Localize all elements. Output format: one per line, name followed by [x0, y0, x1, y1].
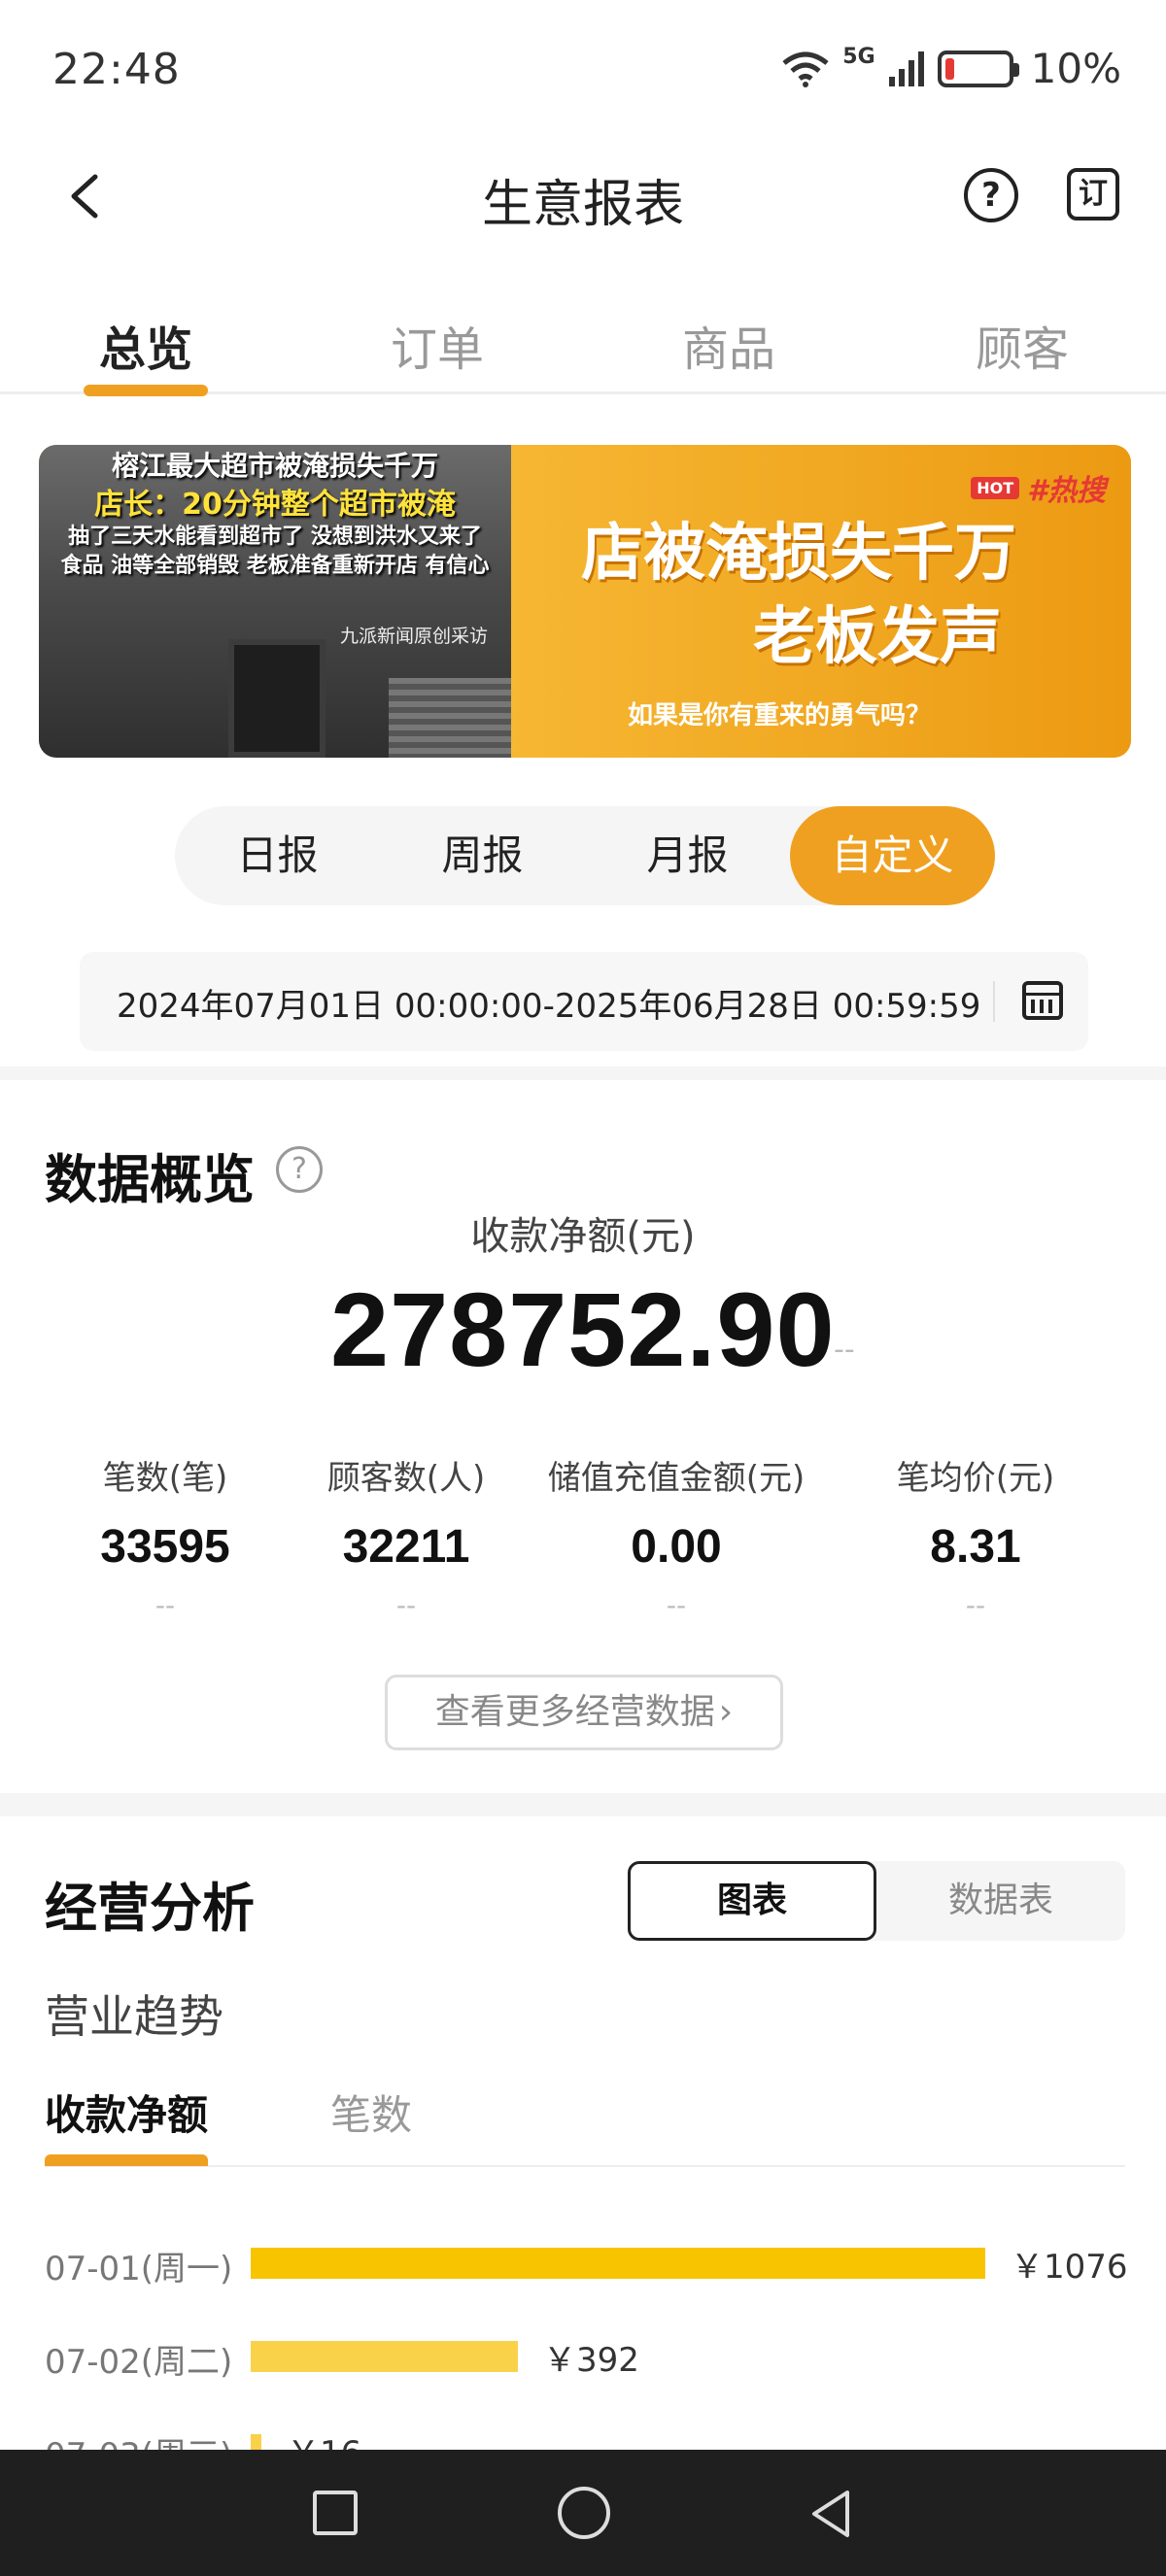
analysis-title: 经营分析: [45, 1878, 255, 1939]
period-selector: 日报 周报 月报 自定义: [175, 806, 995, 905]
overview-title: 数据概览: [45, 1149, 255, 1210]
banner-caption-1: 榕江最大超市被淹损失千万: [111, 450, 438, 482]
date-range-text: 2024年07月01日 00:00:00-2025年06月28日 00:59:5…: [117, 987, 981, 1026]
banner-caption-2: 店长：20分钟整个超市被淹: [94, 488, 456, 522]
metric-label: 笔均价(元): [896, 1459, 1055, 1498]
bar-value-label: ￥392: [543, 2341, 639, 2380]
metric-value: 32211: [342, 1521, 470, 1573]
view-toggle: 数据表 图表: [628, 1861, 1125, 1941]
tab-indicator: [84, 385, 208, 396]
recent-apps-icon[interactable]: [313, 2491, 358, 2535]
banner-slogan: 如果是你有重来的勇气吗？: [628, 701, 932, 730]
tab-net-amount[interactable]: 收款净额: [45, 2083, 208, 2142]
banner-headline-1: 店被淹损失千万: [581, 518, 1016, 590]
metric-label: 储值充值金额(元): [547, 1459, 806, 1498]
metric-value: 0.00: [631, 1521, 722, 1573]
home-icon[interactable]: [558, 2487, 610, 2539]
view-chart-button[interactable]: 图表: [628, 1861, 876, 1941]
status-time: 22:48: [52, 45, 181, 94]
revenue-trend-chart: 07-01(周一) ￥1076 07-02(周二) ￥392 07-03(周三)…: [0, 2234, 1166, 2450]
bar-2: [251, 2434, 261, 2450]
net-amount-trend: --: [834, 1333, 855, 1367]
metric-value: 33595: [100, 1521, 230, 1573]
banner-caption-3: 抽了三天水能看到超市了 没想到洪水又来了: [68, 525, 482, 549]
banner-text-panel: HOT #热搜 店被淹损失千万 老板发声 如果是你有重来的勇气吗？: [511, 445, 1131, 758]
bar-row-0: 07-01(周一) ￥1076: [45, 2234, 1133, 2292]
metric-trend: --: [666, 1589, 687, 1621]
subscribe-glyph: 订: [1079, 177, 1108, 211]
tab-overview[interactable]: 总览: [99, 311, 192, 379]
bar-value-label: ￥1076: [1011, 2248, 1128, 2287]
more-data-button[interactable]: 查看更多经营数据 ›: [385, 1675, 783, 1750]
period-daily[interactable]: 日报: [175, 806, 380, 905]
network-label: 5G: [842, 45, 875, 69]
tab-orders[interactable]: 订单: [391, 311, 484, 379]
metric-trend: --: [965, 1589, 986, 1621]
chevron-right-icon: ›: [718, 1692, 734, 1732]
tab-customers[interactable]: 顾客: [976, 311, 1069, 379]
section-divider: [0, 1793, 1166, 1816]
net-amount-label: 收款净额(元): [470, 1214, 696, 1259]
overview-help-icon[interactable]: ?: [276, 1146, 323, 1193]
banner-door-graphic: [228, 639, 326, 758]
battery-icon: [937, 50, 1019, 87]
date-range-picker[interactable]: 2024年07月01日 00:00:00-2025年06月28日 00:59:5…: [80, 952, 1088, 1051]
banner-caption-4: 食品 油等全部销毁 老板准备重新开店 有信心: [60, 554, 490, 578]
metric-tab-indicator: [45, 2154, 208, 2166]
nav-bar: 生意报表 ? 订: [0, 146, 1166, 253]
metric-average-price: 笔均价(元) 8.31 --: [869, 1451, 1082, 1621]
metric-label: 顾客数(人): [326, 1459, 486, 1498]
net-amount-value: 278752.90: [330, 1271, 836, 1388]
wifi-icon: [782, 51, 829, 87]
bar-row-2: 07-03(周三) ￥16: [45, 2421, 1133, 2450]
section-divider: [0, 1067, 1166, 1080]
subscribe-icon[interactable]: 订: [1067, 168, 1119, 220]
calendar-icon[interactable]: [1022, 981, 1063, 1020]
trend-subtitle: 营业趋势: [45, 1990, 223, 2043]
hot-tag: #热搜: [1027, 474, 1106, 508]
status-indicators: 5G 10%: [780, 45, 1121, 92]
help-icon[interactable]: ?: [964, 168, 1018, 222]
bar-row-1: 07-02(周二) ￥392: [45, 2327, 1133, 2386]
view-table-button[interactable]: 数据表: [876, 1861, 1125, 1941]
status-bar: 22:48 5G 10%: [0, 0, 1166, 146]
banner-shutter-graphic: [389, 678, 511, 758]
news-banner[interactable]: 九派新闻原创采访 榕江最大超市被淹损失千万 店长：20分钟整个超市被淹 抽了三天…: [39, 445, 1131, 758]
report-tabs: 总览 订单 商品 顾客: [0, 291, 1166, 396]
bar-0: [251, 2248, 985, 2279]
bar-category-label: 07-01(周一): [45, 2250, 233, 2288]
date-divider: [993, 981, 995, 1022]
metric-transactions: 笔数(笔) 33595 --: [58, 1451, 272, 1621]
hot-badge: HOT: [971, 476, 1020, 499]
bar-value-label: ￥16: [287, 2426, 361, 2450]
signal-icon: [888, 51, 924, 86]
period-weekly[interactable]: 周报: [380, 806, 585, 905]
banner-credit: 九派新闻原创采访: [340, 626, 489, 647]
metric-label: 笔数(笔): [102, 1459, 228, 1498]
tab-transaction-count[interactable]: 笔数: [330, 2083, 412, 2142]
back-triangle-icon[interactable]: [803, 2487, 861, 2541]
bar-category-label: 07-03(周三): [45, 2428, 232, 2450]
bar-1: [251, 2341, 518, 2372]
more-data-label: 查看更多经营数据: [434, 1692, 715, 1732]
banner-headline-2: 老板发声: [753, 601, 1002, 673]
battery-percent: 10%: [1030, 45, 1121, 92]
metric-trend: --: [395, 1589, 417, 1621]
period-custom[interactable]: 自定义: [790, 806, 995, 905]
bar-category-label: 07-02(周二): [45, 2343, 233, 2382]
period-monthly[interactable]: 月报: [585, 806, 790, 905]
metric-stored-value: 储值充值金额(元) 0.00 --: [540, 1451, 812, 1621]
tab-products[interactable]: 商品: [682, 311, 775, 379]
metric-customers: 顾客数(人) 32211 --: [299, 1451, 513, 1621]
metric-trend: --: [154, 1589, 176, 1621]
system-nav-bar: [0, 2450, 1166, 2576]
metric-value: 8.31: [930, 1521, 1021, 1573]
